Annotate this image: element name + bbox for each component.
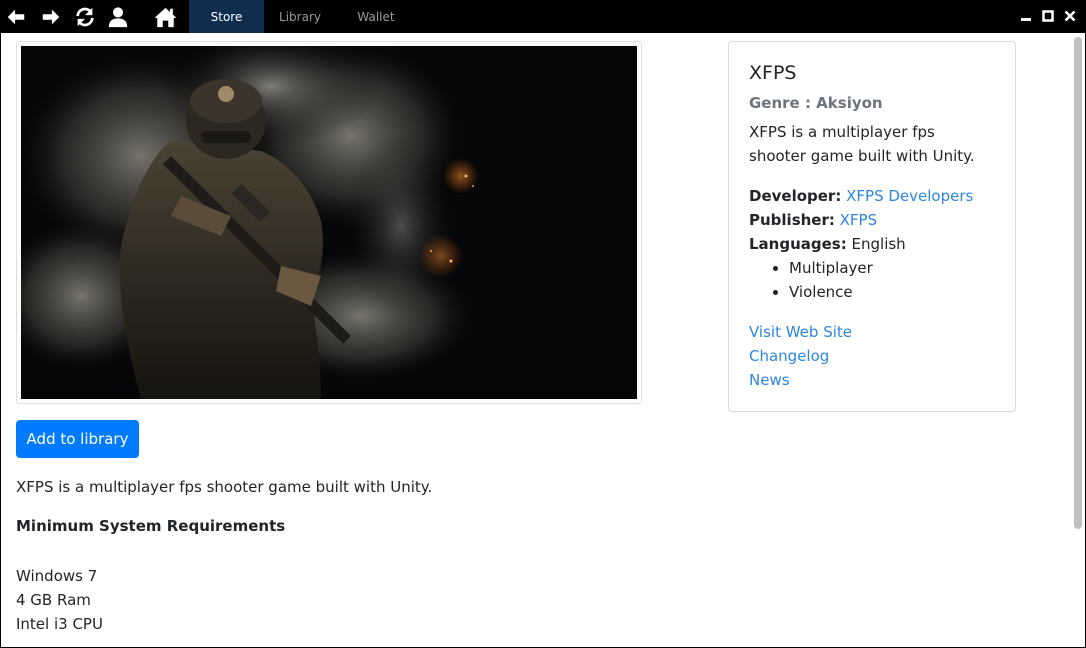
requirement-item: 4 GB Ram (16, 591, 91, 609)
user-icon[interactable] (107, 6, 129, 28)
languages-value: English (851, 235, 906, 253)
tab-store[interactable]: Store (189, 0, 264, 33)
minimize-icon[interactable] (1020, 10, 1032, 22)
add-to-library-button[interactable]: Add to library (16, 420, 139, 458)
top-bar: Store Library Wallet (0, 0, 1086, 33)
app-window: Store Library Wallet Add to library XFPS… (0, 0, 1086, 648)
developer-label: Developer: (749, 187, 842, 205)
scrollbar-thumb[interactable] (1074, 37, 1082, 529)
developer-link[interactable]: XFPS Developers (846, 187, 973, 205)
requirements-title: Minimum System Requirements (16, 517, 286, 535)
publisher-label: Publisher: (749, 211, 835, 229)
publisher-row: Publisher: XFPS (749, 208, 995, 232)
tab-wallet[interactable]: Wallet (340, 0, 412, 33)
home-icon[interactable] (153, 6, 178, 28)
tag-item: Violence (789, 280, 995, 304)
visit-website-link[interactable]: Visit Web Site (749, 320, 995, 344)
game-title: XFPS (749, 62, 797, 84)
requirement-item: Intel i3 CPU (16, 615, 103, 633)
card-description: XFPS is a multiplayer fps shooter game b… (749, 123, 975, 165)
scrollbar[interactable] (1071, 33, 1085, 647)
refresh-icon[interactable] (74, 6, 96, 28)
game-description: XFPS is a multiplayer fps shooter game b… (16, 478, 433, 496)
developer-row: Developer: XFPS Developers (749, 184, 995, 208)
tag-list: Multiplayer Violence (749, 256, 995, 304)
tab-library[interactable]: Library (264, 0, 336, 33)
requirement-item: Windows 7 (16, 567, 98, 585)
store-page: Add to library XFPS is a multiplayer fps… (1, 33, 1085, 647)
close-icon[interactable] (1064, 10, 1076, 22)
game-banner-frame (16, 41, 642, 404)
tag-item: Multiplayer (789, 256, 995, 280)
maximize-icon[interactable] (1042, 10, 1054, 22)
languages-row: Languages: English (749, 232, 995, 256)
forward-icon[interactable] (40, 6, 62, 28)
card-links: Visit Web Site Changelog News (749, 320, 995, 392)
changelog-link[interactable]: Changelog (749, 344, 995, 368)
game-genre: Genre : Aksiyon (749, 94, 883, 112)
news-link[interactable]: News (749, 368, 995, 392)
languages-label: Languages: (749, 235, 847, 253)
back-icon[interactable] (5, 6, 27, 28)
requirements-list: Windows 7 4 GB Ram Intel i3 CPU (16, 564, 103, 636)
game-info-card: XFPS Genre : Aksiyon XFPS is a multiplay… (728, 41, 1016, 412)
game-banner-image (21, 46, 637, 399)
publisher-link[interactable]: XFPS (840, 211, 877, 229)
